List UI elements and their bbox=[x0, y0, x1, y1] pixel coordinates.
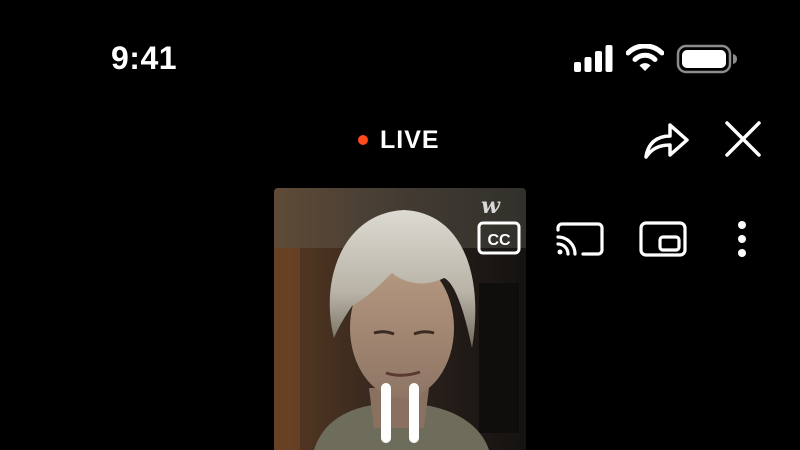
battery-icon bbox=[676, 44, 737, 74]
pause-bar-left bbox=[381, 383, 391, 443]
live-label: LIVE bbox=[380, 125, 440, 154]
live-dot bbox=[358, 135, 368, 145]
wifi-icon bbox=[626, 44, 664, 71]
share-icon[interactable] bbox=[642, 120, 690, 160]
live-indicator: LIVE bbox=[358, 124, 440, 156]
cast-icon[interactable] bbox=[555, 221, 605, 257]
watermark-logo: w bbox=[481, 193, 500, 219]
cc-icon[interactable]: CC bbox=[477, 221, 521, 255]
pause-icon[interactable] bbox=[381, 383, 421, 443]
cellular-signal-icon bbox=[574, 45, 613, 72]
close-icon[interactable] bbox=[723, 119, 763, 159]
status-time: 9:41 bbox=[111, 40, 178, 76]
picture-in-picture-icon[interactable] bbox=[639, 221, 687, 257]
pause-bar-right bbox=[409, 383, 419, 443]
more-vertical-icon[interactable] bbox=[735, 220, 749, 260]
cc-label: CC bbox=[487, 232, 511, 249]
